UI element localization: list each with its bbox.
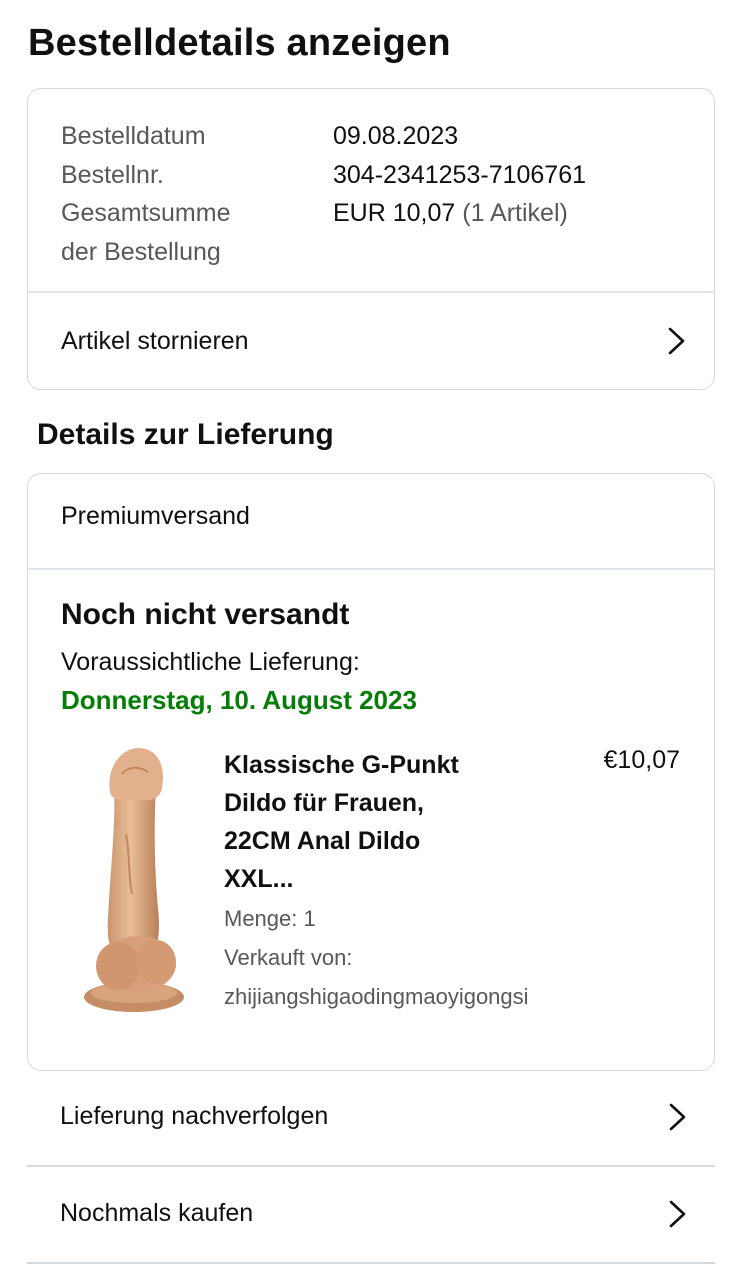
chevron-right-icon [668,327,685,355]
order-number-label: Bestellnr. [61,160,164,189]
track-delivery-row[interactable]: Lieferung nachverfolgen [27,1069,715,1164]
delivery-section-title: Details zur Lieferung [37,418,334,451]
product-title-line: Klassische G-Punkt [224,751,459,779]
product-quantity: Menge: 1 [224,906,316,931]
product-image[interactable] [66,744,188,1019]
order-date-row: Bestelldatum 09.08.2023 [61,117,586,156]
order-number-value: 304-2341253-7106761 [333,160,587,189]
order-total-amount: EUR 10,07 [333,199,456,227]
chevron-right-icon [669,1103,686,1130]
order-summary-card: Bestelldatum 09.08.2023 Bestellnr. 304-2… [27,88,715,390]
product-title-line: Dildo für Frauen, [224,789,424,817]
shipping-divider [28,568,714,570]
cancel-items-row[interactable]: Artikel stornieren [28,293,714,389]
buy-again-label: Nochmals kaufen [60,1199,254,1227]
order-date-value: 09.08.2023 [333,122,459,150]
shipment-status: Noch nicht versandt [61,598,350,631]
order-total-label-line2: der Bestellung [61,237,221,266]
order-total-item-count: (1 Artikel) [462,199,568,227]
row-divider [27,1262,715,1264]
eta-date: Donnerstag, 10. August 2023 [61,685,417,715]
product-price: €10,07 [603,746,680,774]
chevron-right-icon [669,1200,686,1227]
seller-label: Verkauft von: [224,945,353,970]
track-delivery-label: Lieferung nachverfolgen [60,1102,329,1130]
order-summary-grid: Bestelldatum 09.08.2023 Bestellnr. 304-2… [61,117,586,271]
buy-again-row[interactable]: Nochmals kaufen [27,1166,715,1261]
order-number-row: Bestellnr. 304-2341253-7106761 [61,156,586,195]
order-total-row: Gesamtsumme der Bestellung EUR 10,07 (1 … [61,194,586,271]
product-title-line: XXL... [224,865,294,893]
product-title-line: 22CM Anal Dildo [224,827,421,855]
order-total-value: EUR 10,07 (1 Artikel) [333,194,568,271]
product-title[interactable]: Klassische G-Punkt Dildo für Frauen, 22C… [224,746,514,898]
eta-label: Voraussichtliche Lieferung: [61,648,360,676]
page-title: Bestelldetails anzeigen [28,22,451,64]
order-total-label-line1: Gesamtsumme [61,199,231,227]
cancel-items-label: Artikel stornieren [61,326,249,355]
seller-name[interactable]: zhijiangshigaodingmaoyigongsi [224,984,529,1010]
order-date-label: Bestelldatum [61,122,206,150]
delivery-card: Premiumversand Noch nicht versandt Vorau… [27,473,715,1071]
shipping-method: Premiumversand [61,502,250,530]
order-total-label: Gesamtsumme der Bestellung [61,194,333,271]
